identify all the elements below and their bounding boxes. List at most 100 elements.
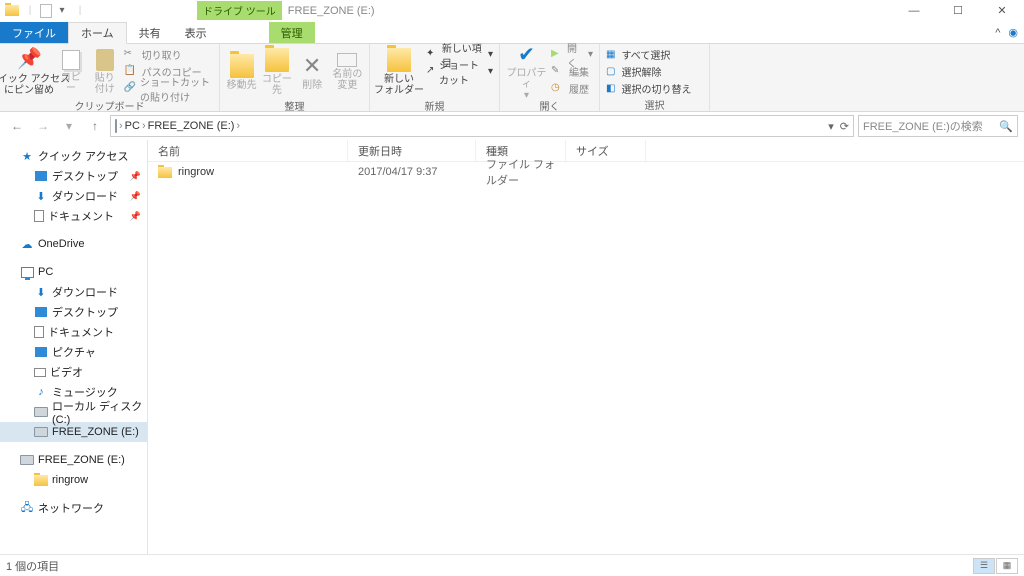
file-type: ファイル フォルダー (476, 156, 566, 188)
minimize-button[interactable]: — (892, 0, 936, 22)
folder-icon[interactable] (4, 3, 20, 19)
properties-icon: ✔ (515, 44, 539, 66)
group-label: 選択 (606, 97, 703, 113)
search-icon[interactable]: 🔍 (999, 120, 1013, 133)
sidebar-ringrow[interactable]: ringrow (0, 470, 147, 490)
history-button[interactable]: ◷履歴 (551, 80, 593, 97)
address-dropdown-icon[interactable]: ▾ (828, 120, 834, 133)
pin-icon: 📌 (17, 48, 41, 72)
copy-button[interactable]: コピー (56, 46, 86, 98)
up-button[interactable]: ↑ (84, 115, 106, 137)
breadcrumb-drive[interactable]: FREE_ZONE (E:) (148, 120, 235, 132)
invert-selection-button[interactable]: ◧選択の切り替え (606, 80, 691, 97)
sidebar-downloads[interactable]: ⬇ダウンロード📌 (0, 186, 147, 206)
select-all-button[interactable]: ▦すべて選択 (606, 46, 691, 63)
group-label: 開く (506, 98, 593, 114)
qat-dropdown-icon[interactable]: ▾ (54, 3, 70, 19)
icons-view-button[interactable]: ▦ (996, 558, 1018, 574)
details-view-button[interactable]: ☰ (973, 558, 995, 574)
refresh-icon[interactable]: ⟳ (840, 120, 849, 133)
file-date: 2017/04/17 9:37 (348, 166, 476, 178)
col-date[interactable]: 更新日時 (348, 140, 476, 161)
search-placeholder: FREE_ZONE (E:)の検索 (863, 118, 983, 134)
sidebar-network[interactable]: 🖧ネットワーク (0, 498, 147, 518)
ribbon: 📌クイック アクセス にピン留め コピー 貼り付け ✂切り取り 📋パスのコピー … (0, 44, 1024, 112)
folder-icon (158, 167, 172, 178)
ribbon-tabs: ファイル ホーム 共有 表示 管理 ^ ◉ (0, 22, 1024, 44)
drive-icon (34, 425, 48, 439)
sidebar-pc[interactable]: PC (0, 262, 147, 282)
desktop-icon (34, 305, 48, 319)
move-icon (230, 54, 254, 78)
sidebar-downloads-2[interactable]: ⬇ダウンロード (0, 282, 147, 302)
col-name[interactable]: 名前 (148, 140, 348, 161)
rename-button[interactable]: 名前の 変更 (332, 46, 363, 98)
new-shortcut-button[interactable]: ↗ショートカット ▾ (426, 63, 493, 80)
pc-icon (20, 265, 34, 279)
desktop-icon (34, 169, 48, 183)
open-button[interactable]: ▶開く ▾ (551, 46, 593, 63)
sidebar-pictures[interactable]: ピクチャ (0, 342, 147, 362)
sidebar-local-c[interactable]: ローカル ディスク (C:) (0, 402, 147, 422)
doc-icon (34, 210, 44, 222)
select-none-button[interactable]: ▢選択解除 (606, 63, 691, 80)
col-size[interactable]: サイズ (566, 140, 646, 161)
selectnone-icon: ▢ (606, 66, 615, 77)
ribbon-collapse-icon[interactable]: ^ (995, 27, 1000, 39)
drive-icon (20, 453, 34, 467)
tab-share[interactable]: 共有 (127, 22, 173, 43)
sidebar-documents-2[interactable]: ドキュメント (0, 322, 147, 342)
delete-icon: ✕ (300, 54, 324, 78)
properties-qat-icon[interactable] (40, 4, 52, 18)
sidebar-desktop[interactable]: デスクトップ📌 (0, 166, 147, 186)
sidebar-onedrive[interactable]: ☁OneDrive (0, 234, 147, 254)
paste-shortcut-button[interactable]: 🔗ショートカットの貼り付け (124, 80, 213, 97)
sidebar-desktop-2[interactable]: デスクトップ (0, 302, 147, 322)
pin-quick-access-button[interactable]: 📌クイック アクセス にピン留め (6, 46, 52, 98)
tab-file[interactable]: ファイル (0, 22, 68, 43)
tab-view[interactable]: 表示 (173, 22, 219, 43)
invert-icon: ◧ (606, 83, 615, 94)
group-label: 新規 (376, 98, 493, 114)
shortcut2-icon: ↗ (426, 65, 435, 79)
cut-button[interactable]: ✂切り取り (124, 46, 213, 63)
copy-to-button[interactable]: コピー先 (261, 46, 292, 98)
maximize-button[interactable]: ☐ (936, 0, 980, 22)
sidebar-free-zone-2[interactable]: FREE_ZONE (E:) (0, 450, 147, 470)
ribbon-group-new: 新しい フォルダー ✦新しい項目 ▾ ↗ショートカット ▾ 新規 (370, 44, 500, 111)
doc-icon (34, 326, 44, 338)
rename-icon (337, 53, 357, 67)
search-box[interactable]: FREE_ZONE (E:)の検索 🔍 (858, 115, 1018, 137)
move-to-button[interactable]: 移動先 (226, 46, 257, 98)
back-button[interactable]: ← (6, 115, 28, 137)
pin-icon: 📌 (130, 191, 141, 202)
newitem-icon: ✦ (426, 48, 438, 62)
ribbon-group-select: ▦すべて選択 ▢選択解除 ◧選択の切り替え 選択 (600, 44, 710, 111)
recent-dropdown[interactable]: ▾ (58, 115, 80, 137)
close-button[interactable]: ✕ (980, 0, 1024, 22)
breadcrumb-pc[interactable]: PC (125, 120, 140, 132)
paste-button[interactable]: 貼り付け (90, 46, 120, 98)
new-folder-button[interactable]: 新しい フォルダー (376, 46, 422, 98)
quick-access-toolbar: | ▾ | (0, 3, 92, 19)
tab-home[interactable]: ホーム (68, 22, 127, 44)
address-bar[interactable]: › PC › FREE_ZONE (E:) › ▾ ⟳ (110, 115, 854, 137)
sidebar-quick-access[interactable]: ★クイック アクセス (0, 146, 147, 166)
body: ★クイック アクセス デスクトップ📌 ⬇ダウンロード📌 ドキュメント📌 ☁One… (0, 140, 1024, 554)
tab-manage[interactable]: 管理 (269, 22, 315, 43)
edit-button[interactable]: ✎編集 (551, 63, 593, 80)
sidebar-documents[interactable]: ドキュメント📌 (0, 206, 147, 226)
scissors-icon: ✂ (124, 48, 138, 62)
help-icon[interactable]: ◉ (1008, 26, 1018, 39)
sidebar-videos[interactable]: ビデオ (0, 362, 147, 382)
list-item[interactable]: ringrow 2017/04/17 9:37 ファイル フォルダー (148, 162, 1024, 182)
video-icon (34, 368, 46, 377)
delete-button[interactable]: ✕削除 (297, 46, 328, 98)
star-icon: ★ (20, 149, 34, 163)
properties-button[interactable]: ✔プロパティ▾ (506, 46, 547, 98)
ribbon-group-open: ✔プロパティ▾ ▶開く ▾ ✎編集 ◷履歴 開く (500, 44, 600, 111)
edit-icon: ✎ (551, 65, 565, 79)
paste-icon (96, 49, 114, 71)
copyto-icon (265, 48, 289, 72)
forward-button[interactable]: → (32, 115, 54, 137)
